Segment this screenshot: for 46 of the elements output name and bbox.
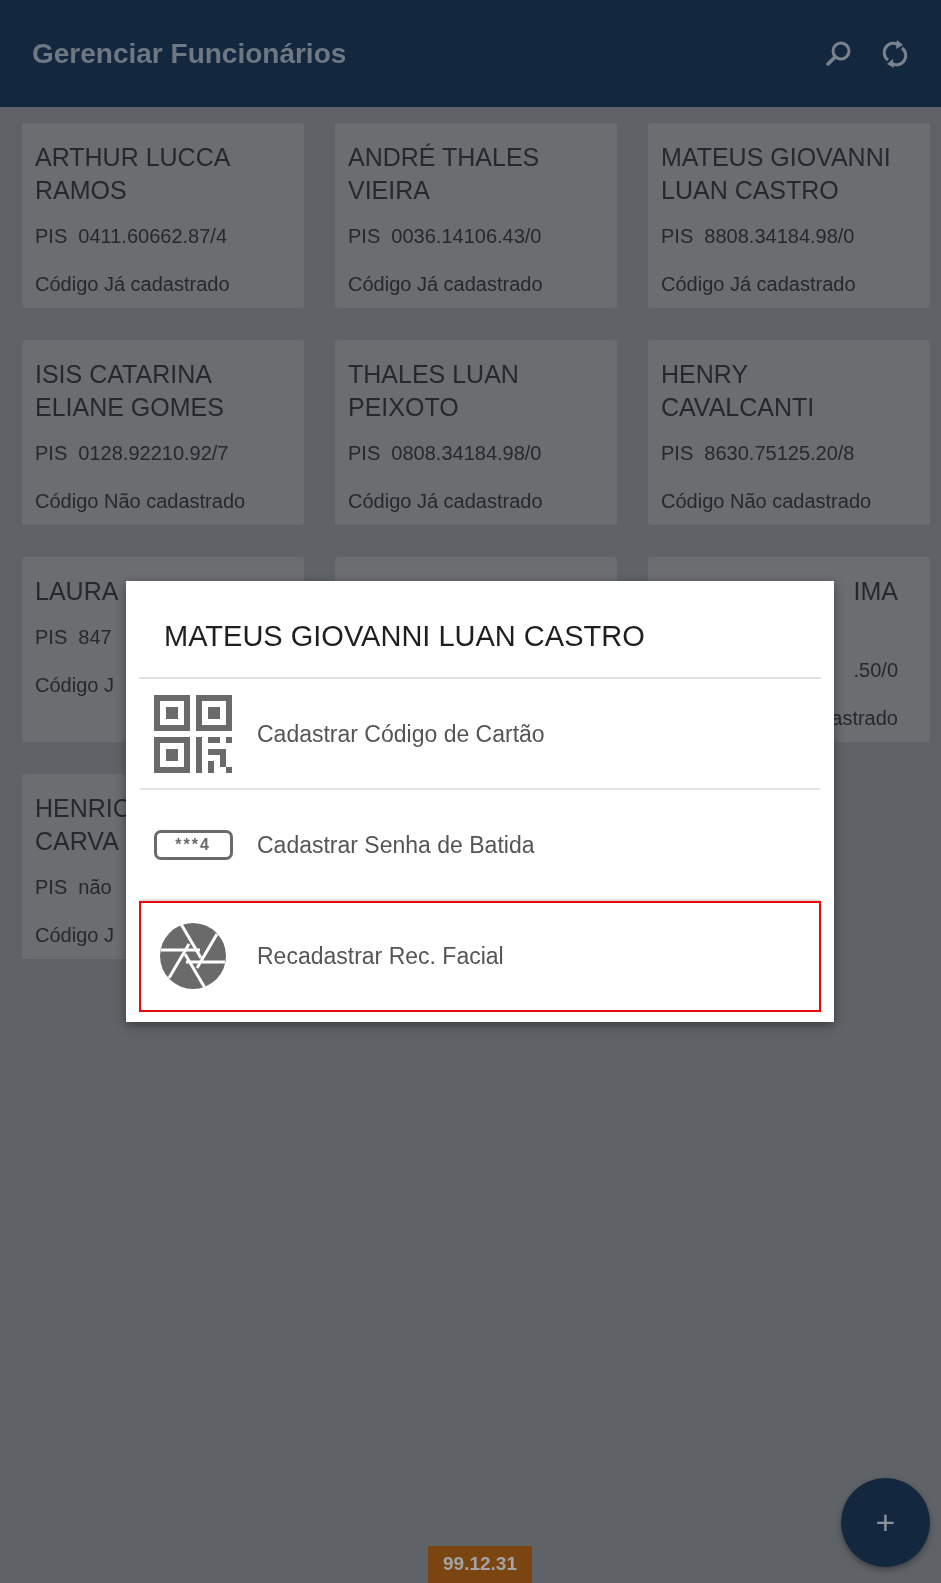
employee-name: IMA [853,576,898,607]
code-status: astrado [831,706,898,731]
pis-number: PIS 0128.92210.92/7 [35,441,229,466]
employee-card[interactable]: MATEUS GIOVANNI LUAN CASTRO PIS 8808.34184.98/0 Código Já cadastrado [648,123,930,308]
employee-card[interactable]: ISIS CATARINA ELIANE GOMES PIS 0128.92210.92/7 Código Não cadastrado [22,340,304,525]
employee-name: ANDRÉ THALES VIEIRA [348,142,540,206]
pis-number: PIS 0808.34184.98/0 [348,441,542,466]
code-status: Código Já cadastrado [661,272,856,297]
version-label: 99.12.31 [428,1546,532,1583]
employee-name: MATEUS GIOVANNI LUAN CASTRO [661,142,891,206]
employee-card[interactable]: THALES LUAN PEIXOTO PIS 0808.34184.98/0 Código Já cadastrado [335,340,617,525]
add-button[interactable]: + [841,1478,930,1567]
password-icon: ***4 [153,830,233,860]
employee-card[interactable]: HENRY CAVALCANTI PIS 8630.75125.20/8 Código Não cadastrado [648,340,930,525]
employee-name: THALES LUAN PEIXOTO [348,359,519,423]
employee-name: LAURA [35,576,119,607]
app-title: Gerenciar Funcionários [32,36,347,71]
menu-item-label: Recadastrar Rec. Facial [257,941,504,971]
code-status: Código J [35,673,114,698]
code-status: Código Não cadastrado [661,489,872,514]
menu-item[interactable]: Recadastrar Rec. Facial [139,900,821,1012]
menu-item[interactable]: ***4 Cadastrar Senha de Batida [139,789,821,901]
code-status: Código J [35,923,114,948]
pis-number: PIS 0411.60662.87/4 [35,224,227,249]
aperture-icon [159,922,227,990]
employee-name: ISIS CATARINA ELIANE GOMES [35,359,224,423]
pis-number: .50/0 [853,658,898,683]
pis-number: PIS não [35,875,112,900]
employee-name: HENRIC CARVA [35,793,131,857]
dialog-title: MATEUS GIOVANNI LUAN CASTRO [139,581,821,679]
menu-item[interactable]: Cadastrar Código de Cartão [139,678,821,790]
menu-item-label: Cadastrar Código de Cartão [257,719,545,749]
employee-card[interactable]: ARTHUR LUCCA RAMOS PIS 0411.60662.87/4 Código Já cadastrado [22,123,304,308]
pis-number: PIS 847 [35,625,112,650]
pis-number: PIS 8630.75125.20/8 [661,441,855,466]
qr-code-icon [154,695,232,773]
code-status: Código Não cadastrado [35,489,246,514]
code-status: Código Já cadastrado [35,272,230,297]
employee-name: HENRY CAVALCANTI [661,359,815,423]
pis-number: PIS 0036.14106.43/0 [348,224,542,249]
code-status: Código Já cadastrado [348,272,543,297]
employee-name: ARTHUR LUCCA RAMOS [35,142,231,206]
code-status: Código Já cadastrado [348,489,543,514]
pis-number: PIS 8808.34184.98/0 [661,224,855,249]
menu-item-label: Cadastrar Senha de Batida [257,830,535,860]
employee-card[interactable]: ANDRÉ THALES VIEIRA PIS 0036.14106.43/0 Código Já cadastrado [335,123,617,308]
